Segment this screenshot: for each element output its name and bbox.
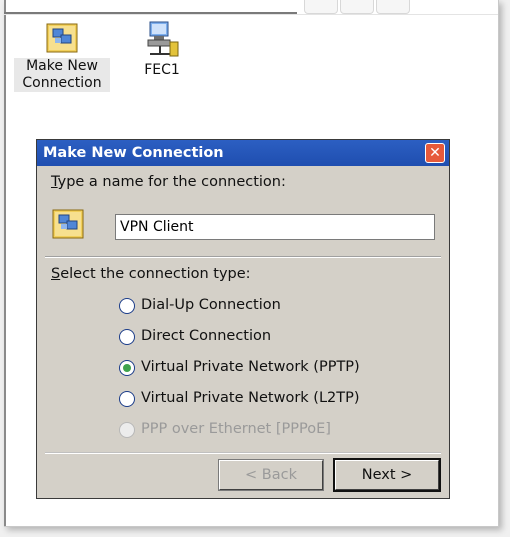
desktop-icon-label: FEC1 (144, 62, 180, 78)
connection-name-input[interactable] (115, 214, 435, 240)
toolbar-button[interactable] (376, 0, 410, 14)
option-label: Direct Connection (141, 328, 272, 344)
name-prompt-text: ype a name for the connection: (57, 174, 286, 190)
toolbar-button[interactable] (304, 0, 338, 14)
option-pppoe: PPP over Ethernet [PPPoE] (119, 420, 419, 442)
option-vpn-pptp[interactable]: Virtual Private Network (PPTP) (119, 358, 419, 380)
name-prompt-label: Type a name for the connection: (51, 174, 286, 190)
dialog-titlebar[interactable]: Make New Connection ✕ (37, 140, 449, 166)
type-prompt-text: elect the connection type: (60, 266, 251, 282)
fec1-desktop-icon[interactable]: FEC1 (132, 20, 192, 79)
option-label: Dial-Up Connection (141, 297, 281, 313)
network-computer-icon (147, 21, 179, 57)
type-prompt-label: Select the connection type: (51, 266, 251, 282)
close-button[interactable]: ✕ (425, 143, 445, 163)
option-label: Virtual Private Network (L2TP) (141, 390, 360, 406)
top-toolbar-edge (4, 0, 498, 15)
back-button[interactable]: < Back (218, 459, 324, 491)
radio-button[interactable] (119, 391, 135, 407)
network-folder-icon (46, 23, 78, 53)
radio-button-disabled (119, 422, 135, 438)
next-button[interactable]: Next > (333, 458, 441, 492)
option-label: Virtual Private Network (PPTP) (141, 359, 360, 375)
divider (45, 256, 441, 258)
toolbar-button[interactable] (340, 0, 374, 14)
desktop-icon-label: Connection (14, 75, 110, 92)
option-vpn-l2tp[interactable]: Virtual Private Network (L2TP) (119, 389, 419, 411)
make-new-connection-desktop-icon[interactable]: Make New Connection (14, 20, 110, 92)
option-direct[interactable]: Direct Connection (119, 327, 419, 349)
radio-button[interactable] (119, 329, 135, 345)
close-icon: ✕ (429, 145, 441, 161)
dialog-title: Make New Connection (43, 145, 224, 161)
radio-button[interactable] (119, 298, 135, 314)
make-new-connection-dialog: Make New Connection ✕ Type a name for th… (36, 139, 450, 499)
option-dial-up[interactable]: Dial-Up Connection (119, 296, 419, 318)
network-folder-icon (52, 209, 84, 239)
window-left-edge (4, 0, 6, 526)
desktop-icon-label: Make New (14, 58, 110, 75)
divider (45, 452, 441, 454)
radio-button-checked[interactable] (119, 360, 135, 376)
option-label: PPP over Ethernet [PPPoE] (141, 421, 331, 437)
